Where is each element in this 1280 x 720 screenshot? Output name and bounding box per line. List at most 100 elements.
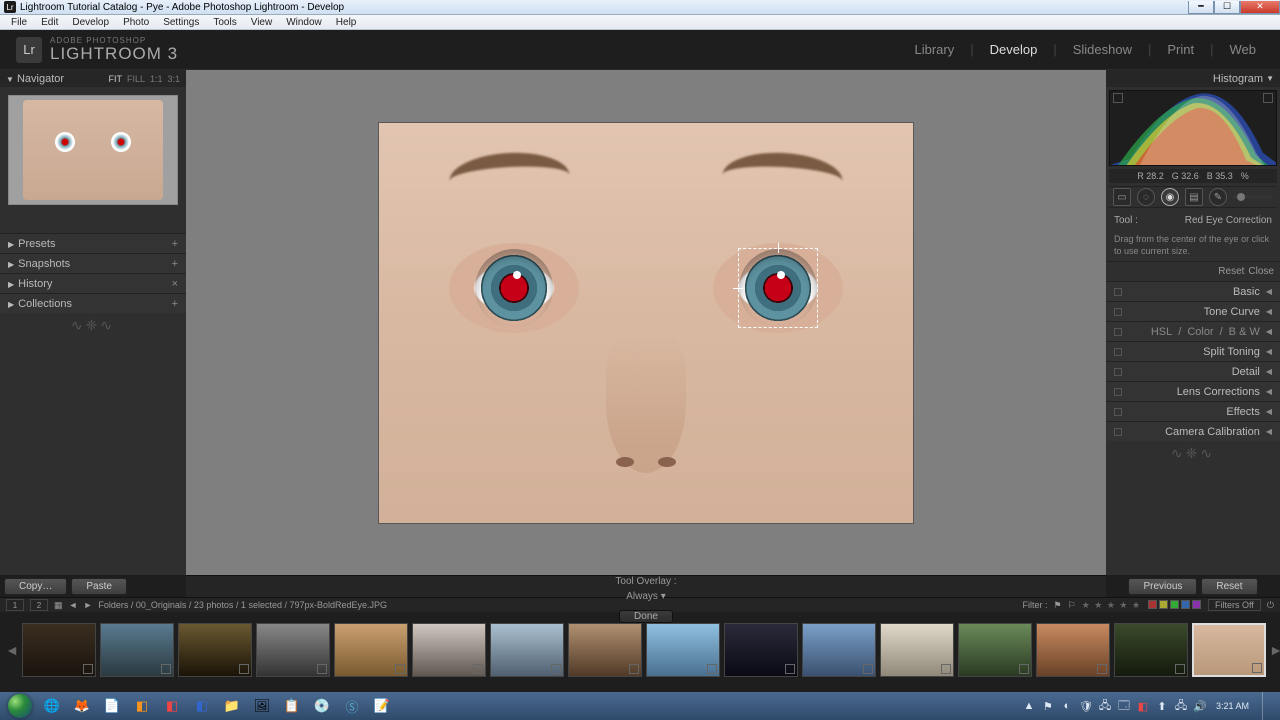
snapshots-add-icon[interactable]: + (172, 258, 178, 270)
navigator-header[interactable]: ▼ Navigator FIT FILL 1:1 3:1 (0, 70, 186, 87)
tray-icon[interactable]: 🛡 (1079, 699, 1093, 713)
history-clear-icon[interactable]: × (172, 278, 178, 290)
menu-view[interactable]: View (244, 17, 280, 28)
nav-back-icon[interactable]: ◄ (69, 600, 78, 610)
filmstrip-thumb[interactable] (334, 623, 408, 677)
panel-presets[interactable]: ▶Presets + (0, 233, 186, 253)
taskbar-chrome-icon[interactable]: 🌐 (38, 695, 66, 717)
spot-tool-icon[interactable]: ◌ (1137, 188, 1155, 206)
menu-edit[interactable]: Edit (34, 17, 65, 28)
tray-icon[interactable]: 🗔 (1117, 699, 1131, 713)
brush-tool-icon[interactable]: ✎ (1209, 188, 1227, 206)
section-lens-corrections[interactable]: Lens Corrections◀ (1106, 381, 1280, 401)
tray-icon[interactable]: ⬆ (1155, 699, 1169, 713)
filmstrip-thumb[interactable] (490, 623, 564, 677)
nav-fwd-icon[interactable]: ► (83, 600, 92, 610)
tray-network-icon[interactable]: 🖧 (1174, 699, 1188, 713)
taskbar-app-icon[interactable]: 💿 (308, 695, 336, 717)
panel-snapshots[interactable]: ▶Snapshots + (0, 253, 186, 273)
breadcrumb[interactable]: Folders / 00_Originals / 23 photos / 1 s… (98, 600, 1016, 610)
taskbar-app-icon[interactable]: ◧ (158, 695, 186, 717)
panel-history[interactable]: ▶History × (0, 273, 186, 293)
window-close-button[interactable]: ✕ (1240, 1, 1280, 14)
tray-icon[interactable]: 🖧 (1098, 699, 1112, 713)
tray-clock[interactable]: 3:21 AM (1212, 702, 1253, 711)
taskbar-app-icon[interactable]: 🖼 (248, 695, 276, 717)
filmstrip-thumb[interactable] (568, 623, 642, 677)
filmstrip-thumb[interactable] (958, 623, 1032, 677)
menu-develop[interactable]: Develop (65, 17, 116, 28)
navigator-thumbnail[interactable] (8, 95, 178, 205)
zoom-1-1[interactable]: 1:1 (150, 74, 163, 84)
reset-button[interactable]: Reset (1201, 578, 1257, 595)
zoom-3-1[interactable]: 3:1 (167, 74, 180, 84)
section-camera-calibration[interactable]: Camera Calibration◀ (1106, 421, 1280, 441)
show-desktop-button[interactable] (1262, 692, 1272, 720)
taskbar-app-icon[interactable]: ◧ (188, 695, 216, 717)
tray-icon[interactable]: ⚑ (1041, 699, 1055, 713)
image-canvas[interactable] (186, 70, 1106, 575)
redeye-tool-icon[interactable]: ◉ (1161, 188, 1179, 206)
filmstrip-thumb[interactable] (256, 623, 330, 677)
filmstrip-thumb[interactable] (646, 623, 720, 677)
taskbar-app-icon[interactable]: 📄 (98, 695, 126, 717)
window-maximize-button[interactable]: ☐ (1214, 1, 1240, 14)
taskbar-app-icon[interactable]: 📋 (278, 695, 306, 717)
taskbar-app-icon[interactable]: 📝 (368, 695, 396, 717)
filmstrip-scroll-left-icon[interactable]: ◄ (6, 622, 18, 678)
menu-file[interactable]: File (4, 17, 34, 28)
histogram-header[interactable]: Histogram ▼ (1106, 70, 1280, 87)
zoom-fill[interactable]: FILL (127, 74, 145, 84)
filter-lock-icon[interactable]: ⏻ (1267, 600, 1274, 611)
tray-icon[interactable]: ◐ (1060, 699, 1074, 713)
module-library[interactable]: Library (906, 42, 962, 57)
taskbar-app-icon[interactable]: ◧ (128, 695, 156, 717)
filmstrip-thumb[interactable] (1114, 623, 1188, 677)
tool-close-link[interactable]: Close (1248, 266, 1274, 277)
tool-size-slider[interactable] (1233, 195, 1273, 199)
taskbar-skype-icon[interactable]: Ⓢ (338, 695, 366, 717)
flag-reject-icon[interactable]: ⚐ (1068, 600, 1076, 611)
zoom-fit[interactable]: FIT (108, 74, 122, 84)
second-window-1-button[interactable]: 1 (6, 599, 24, 611)
filmstrip-thumb[interactable] (724, 623, 798, 677)
filters-off-dropdown[interactable]: Filters Off (1208, 599, 1261, 611)
section-detail[interactable]: Detail◀ (1106, 361, 1280, 381)
rating-filter[interactable]: ★ ★ ★ ★ ★ (1082, 600, 1141, 611)
section-split-toning[interactable]: Split Toning◀ (1106, 341, 1280, 361)
section-tone-curve[interactable]: Tone Curve◀ (1106, 301, 1280, 321)
filmstrip-thumb[interactable] (802, 623, 876, 677)
section-hsl[interactable]: HSL/Color/B & W◀ (1106, 321, 1280, 341)
section-effects[interactable]: Effects◀ (1106, 401, 1280, 421)
presets-add-icon[interactable]: + (172, 238, 178, 250)
collections-add-icon[interactable]: + (172, 298, 178, 310)
menu-photo[interactable]: Photo (116, 17, 156, 28)
menu-settings[interactable]: Settings (156, 17, 206, 28)
start-button[interactable] (4, 692, 36, 720)
menu-tools[interactable]: Tools (206, 17, 243, 28)
color-label-filter[interactable] (1147, 600, 1202, 611)
filmstrip-thumb[interactable] (178, 623, 252, 677)
filmstrip-thumb[interactable] (1036, 623, 1110, 677)
crop-tool-icon[interactable]: ▭ (1113, 188, 1131, 206)
filmstrip-thumb[interactable] (22, 623, 96, 677)
window-minimize-button[interactable]: ━ (1188, 1, 1214, 14)
filmstrip-scroll-right-icon[interactable]: ► (1270, 622, 1280, 678)
taskbar-explorer-icon[interactable]: 📁 (218, 695, 246, 717)
module-develop[interactable]: Develop (982, 42, 1046, 57)
taskbar-firefox-icon[interactable]: 🦊 (68, 695, 96, 717)
filmstrip-thumb[interactable] (880, 623, 954, 677)
second-window-2-button[interactable]: 2 (30, 599, 48, 611)
module-slideshow[interactable]: Slideshow (1065, 42, 1140, 57)
grid-icon[interactable]: ▦ (54, 600, 63, 611)
done-button[interactable]: Done (619, 610, 673, 623)
histogram[interactable] (1109, 90, 1277, 166)
filmstrip[interactable]: ◄ ► (0, 612, 1280, 687)
module-print[interactable]: Print (1159, 42, 1202, 57)
panel-collections[interactable]: ▶Collections + (0, 293, 186, 313)
gradient-tool-icon[interactable]: ▤ (1185, 188, 1203, 206)
filmstrip-thumb[interactable] (412, 623, 486, 677)
tool-reset-link[interactable]: Reset (1218, 266, 1244, 277)
copy-button[interactable]: Copy… (4, 578, 67, 595)
menu-help[interactable]: Help (329, 17, 364, 28)
